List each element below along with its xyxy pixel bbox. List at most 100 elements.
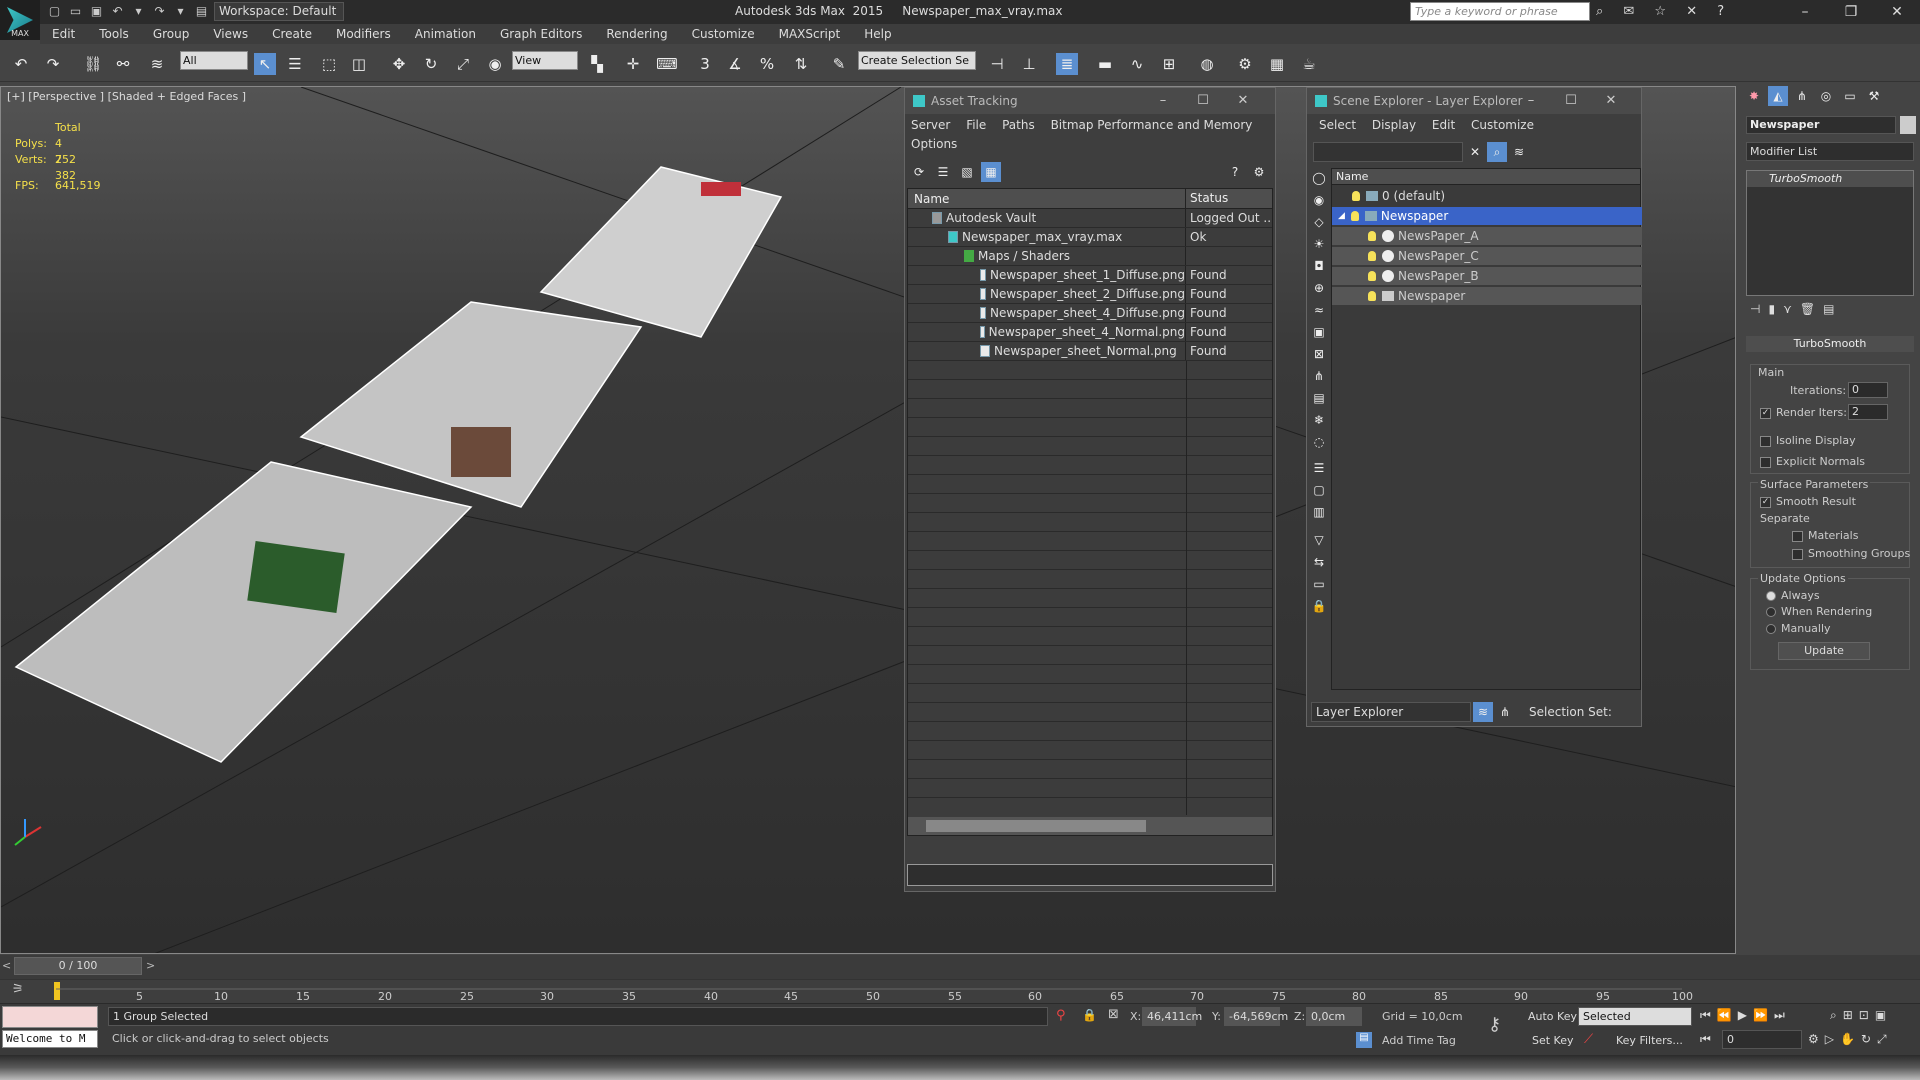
bind-space-warp-icon[interactable]: ≋ — [146, 53, 168, 75]
separate-materials-checkbox[interactable] — [1792, 530, 1803, 542]
group-row[interactable]: Newspaper — [1332, 287, 1642, 305]
layer-mode-icon[interactable]: ≋ — [1473, 702, 1493, 722]
modify-tab-icon[interactable]: ◭ — [1768, 86, 1788, 106]
explorer-type-select[interactable]: Layer Explorer — [1311, 702, 1471, 722]
display-tab-icon[interactable]: ▭ — [1840, 86, 1860, 106]
display-bones-icon[interactable]: ⋔ — [1309, 366, 1329, 386]
pin-stack-icon[interactable]: ⊣ — [1750, 302, 1760, 316]
table-row[interactable]: Autodesk Vault Logged Out ... — [908, 209, 1272, 228]
z-coordinate-field[interactable]: 0,0cm — [1306, 1007, 1362, 1026]
lock-icon[interactable]: 🔒 — [1309, 596, 1329, 616]
menu-customize[interactable]: Customize — [680, 27, 767, 41]
rendered-frame-window-icon[interactable]: ▦ — [1266, 53, 1288, 75]
display-hidden-icon[interactable]: ◌ — [1309, 432, 1329, 452]
iterations-spinner[interactable]: 0 — [1848, 382, 1888, 398]
menu-bitmap-performance[interactable]: Bitmap Performance and Memory — [1051, 118, 1253, 132]
isolate-selection-icon[interactable]: ⚲ — [1056, 1008, 1066, 1023]
workspace-select[interactable]: Workspace: Default — [214, 2, 344, 21]
zoom-extents-icon[interactable]: ⊡ — [1859, 1008, 1869, 1023]
display-all-icon[interactable]: ☰ — [1309, 458, 1329, 478]
toggle-ribbon-icon[interactable]: ▬ — [1094, 53, 1116, 75]
display-lights-icon[interactable]: ☀ — [1309, 234, 1329, 254]
redo-dropdown-icon[interactable]: ▾ — [172, 3, 189, 20]
maxscript-listener-top[interactable] — [2, 1006, 98, 1028]
next-frame-icon[interactable]: > — [146, 959, 155, 972]
key-mode-select[interactable]: Selected — [1578, 1007, 1692, 1026]
x-coordinate-field[interactable]: 46,411cm — [1142, 1007, 1202, 1026]
asset-path-field[interactable] — [907, 864, 1273, 886]
motion-tab-icon[interactable]: ◎ — [1816, 86, 1836, 106]
minimize-icon[interactable]: – — [1782, 0, 1828, 24]
display-groups-icon[interactable]: ▣ — [1309, 322, 1329, 342]
undo-icon[interactable]: ↶ — [10, 53, 32, 75]
newspaper-model[interactable] — [14, 166, 783, 763]
render-iters-checkbox[interactable]: ✓ — [1760, 407, 1771, 419]
set-key-button[interactable]: Set Key — [1532, 1034, 1574, 1047]
render-production-icon[interactable]: ☕ — [1298, 53, 1320, 75]
invert-display-icon[interactable]: ▥ — [1309, 502, 1329, 522]
menu-file[interactable]: File — [966, 118, 986, 132]
edit-named-selection-icon[interactable]: ✎ — [828, 53, 850, 75]
key-icon[interactable]: ⚷ — [1488, 1014, 1501, 1035]
key-mode-toggle-icon[interactable]: ⏮ — [1700, 1032, 1711, 1047]
menu-modifiers[interactable]: Modifiers — [324, 27, 403, 41]
create-tab-icon[interactable]: ✸ — [1744, 86, 1764, 106]
app-logo[interactable]: MAX — [0, 0, 40, 40]
unlink-icon[interactable]: ⚯ — [112, 53, 134, 75]
time-configuration-icon[interactable]: ⚙ — [1808, 1032, 1819, 1047]
menu-display[interactable]: Display — [1372, 118, 1416, 132]
update-always-radio[interactable] — [1766, 591, 1776, 601]
redo-icon[interactable]: ↷ — [42, 53, 64, 75]
material-editor-icon[interactable]: ◍ — [1196, 53, 1218, 75]
modifier-stack-item[interactable]: TurboSmooth — [1747, 171, 1913, 187]
find-icon[interactable]: ⌕ — [1487, 142, 1507, 162]
scene-explorer-titlebar[interactable]: Scene Explorer - Layer Explorer – ☐ ✕ — [1307, 88, 1641, 114]
column-status-header[interactable]: Status — [1186, 189, 1272, 208]
object-color-swatch[interactable] — [1900, 116, 1916, 134]
infocenter-icons[interactable]: ⌕ ✉ ☆ ✕ ? — [1596, 4, 1732, 19]
menu-group[interactable]: Group — [141, 27, 202, 41]
turbosmooth-rollout-header[interactable]: TurboSmooth — [1746, 336, 1914, 352]
curve-editor-icon[interactable]: ∿ — [1126, 53, 1148, 75]
smooth-result-checkbox[interactable]: ✓ — [1760, 496, 1771, 508]
mirror-icon[interactable]: ⊣ — [986, 53, 1008, 75]
select-rotate-icon[interactable]: ↻ — [420, 53, 442, 75]
separate-smoothing-groups-checkbox[interactable] — [1792, 548, 1803, 560]
time-tag-icon[interactable]: ▤ — [1356, 1032, 1372, 1048]
horizontal-scrollbar[interactable] — [908, 817, 1272, 835]
maximize-viewport-icon[interactable]: ⤢ — [1877, 1032, 1887, 1047]
sync-selection-icon[interactable]: ⇆ — [1309, 552, 1329, 572]
display-helpers-icon[interactable]: ⊕ — [1309, 278, 1329, 298]
pivot-center-icon[interactable]: ▚ — [586, 53, 608, 75]
minimize-icon[interactable]: – — [1511, 88, 1551, 114]
display-none-icon[interactable]: ▢ — [1309, 480, 1329, 500]
table-row[interactable]: Newspaper_sheet_4_Diffuse.png Found — [908, 304, 1272, 323]
thumbnail-view-icon[interactable]: ▧ — [957, 162, 977, 182]
angle-snap-icon[interactable]: ∡ — [724, 53, 746, 75]
track-bar[interactable]: ⚞ 5 10 15 20 25 30 35 40 45 50 55 60 65 … — [0, 979, 1920, 1003]
maximize-icon[interactable]: ☐ — [1183, 88, 1223, 114]
layer-tool-icon[interactable]: ≋ — [1509, 142, 1529, 162]
snaps-toggle-icon[interactable]: 3 — [694, 53, 716, 75]
percent-snap-icon[interactable]: % — [756, 53, 778, 75]
time-slider[interactable]: 0 / 100 — [14, 957, 142, 975]
field-of-view-icon[interactable]: ▷ — [1825, 1032, 1834, 1047]
show-end-result-icon[interactable]: ▮ — [1768, 302, 1775, 316]
clear-search-icon[interactable]: ✕ — [1465, 142, 1485, 162]
menu-help[interactable]: Help — [852, 27, 903, 41]
column-name-header[interactable]: Name — [908, 189, 1186, 208]
menu-create[interactable]: Create — [260, 27, 324, 41]
save-file-icon[interactable]: ▣ — [88, 3, 105, 20]
menu-views[interactable]: Views — [201, 27, 260, 41]
menu-maxscript[interactable]: MAXScript — [767, 27, 853, 41]
go-to-start-icon[interactable]: ⏮ — [1700, 1008, 1711, 1023]
reference-coordinate-select[interactable]: View — [512, 51, 578, 70]
table-view-icon[interactable]: ▦ — [981, 162, 1001, 182]
place-icon[interactable]: ◉ — [484, 53, 506, 75]
menu-edit[interactable]: Edit — [40, 27, 87, 41]
menu-edit[interactable]: Edit — [1432, 118, 1455, 132]
settings-icon[interactable]: ⚙ — [1249, 162, 1269, 182]
selection-filter-select[interactable]: All — [180, 51, 248, 70]
menu-customize[interactable]: Customize — [1471, 118, 1534, 132]
help-icon[interactable]: ? — [1225, 162, 1245, 182]
